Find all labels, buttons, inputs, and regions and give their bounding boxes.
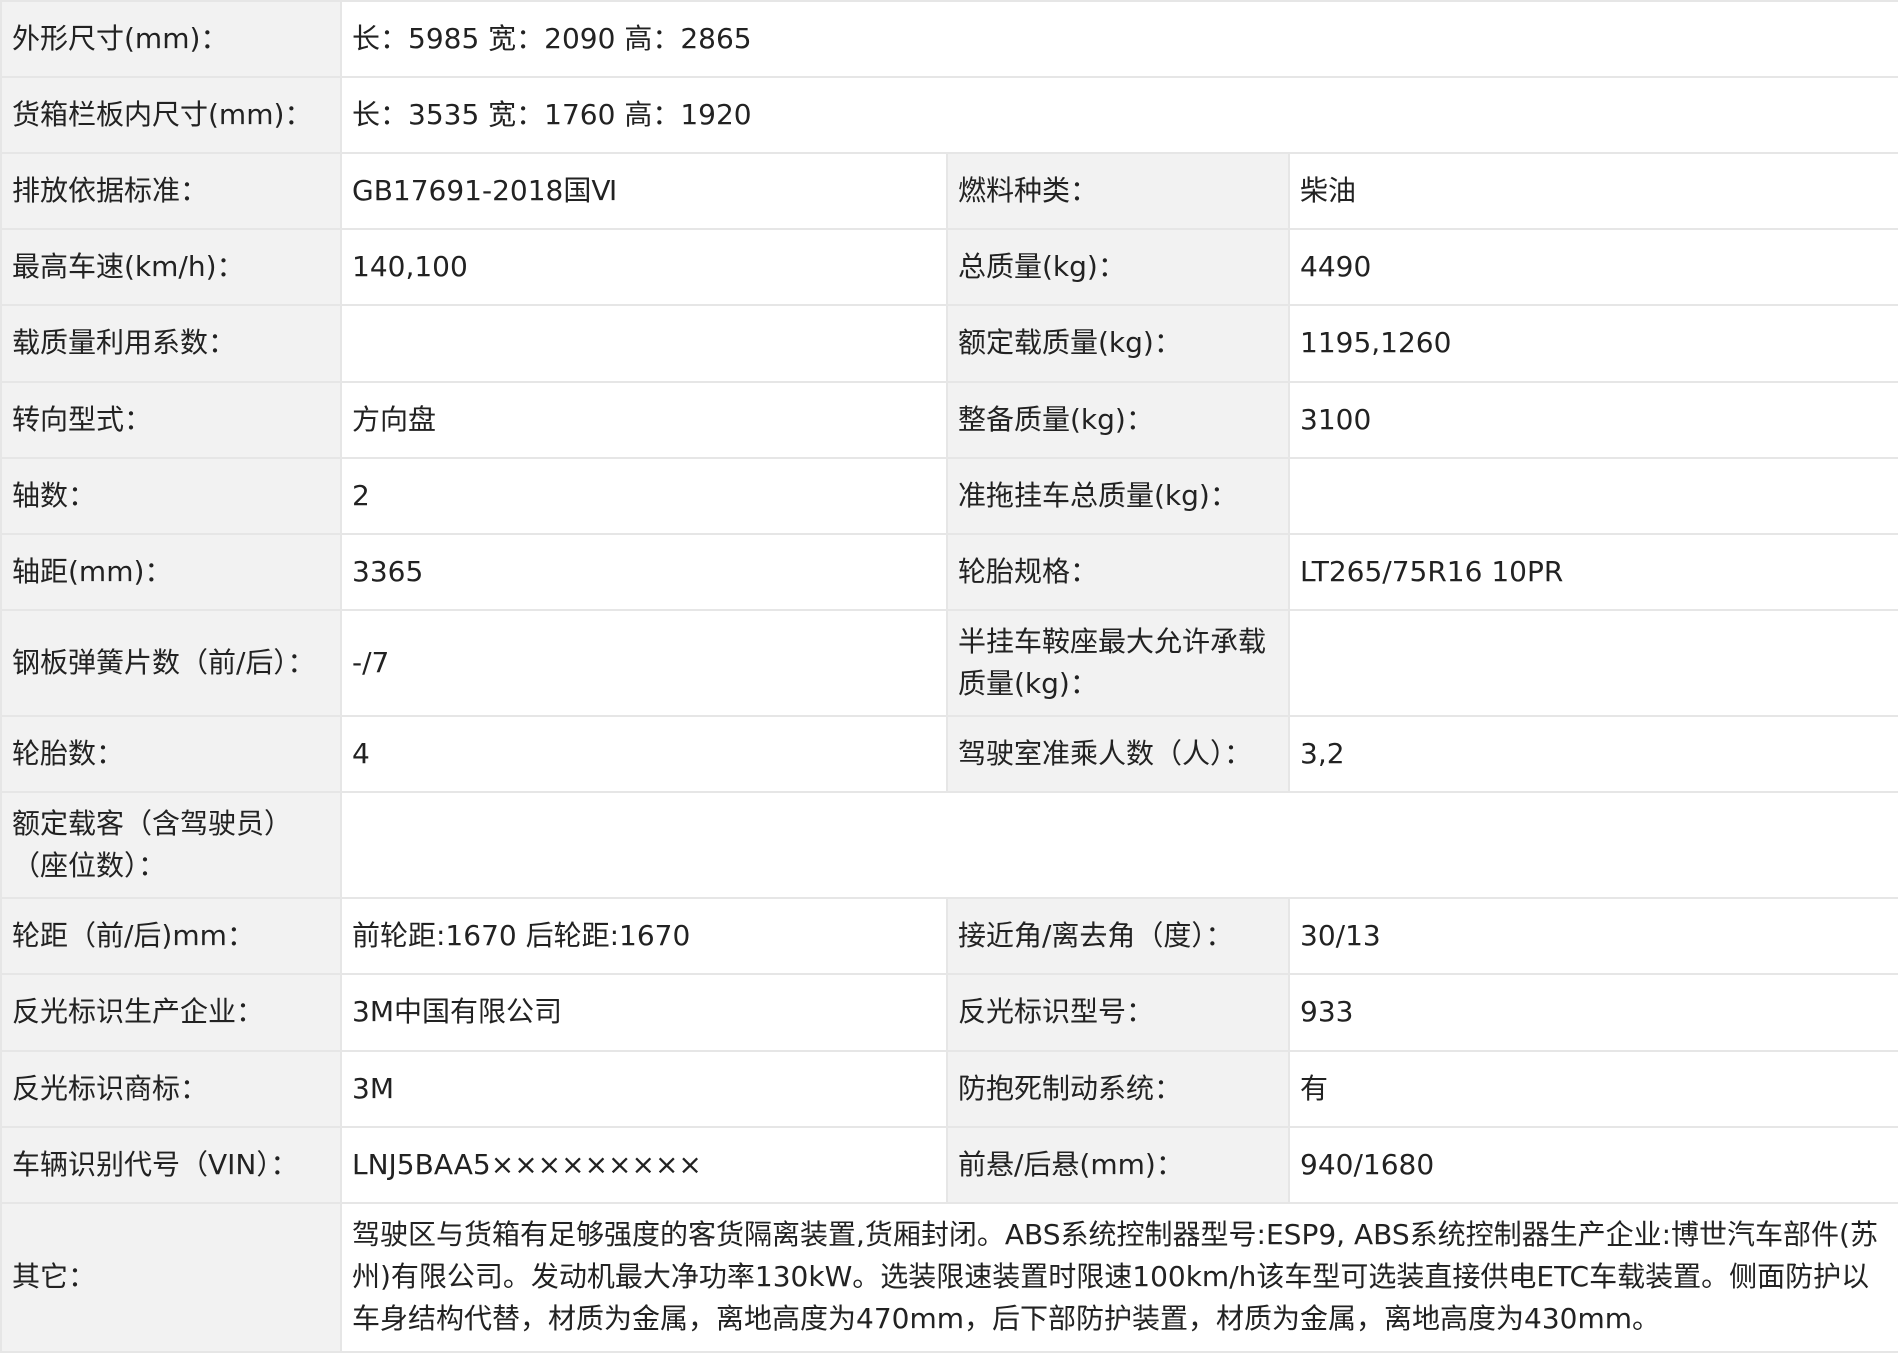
field-label: 半挂车鞍座最大允许承载质量(kg)： xyxy=(946,608,1290,718)
table-row: 外形尺寸(mm)： 长：5985 宽：2090 高：2865 xyxy=(0,0,1898,79)
field-label: 额定载客（含驾驶员）（座位数）： xyxy=(0,791,342,900)
field-label: 轮胎数： xyxy=(0,715,342,794)
field-value: 前轮距:1670 后轮距:1670 xyxy=(340,897,948,976)
table-row: 排放依据标准： GB17691-2018国Ⅵ 燃料种类： 柴油 xyxy=(0,152,1898,231)
field-value: 3100 xyxy=(1287,380,1898,459)
vehicle-spec-table: 外形尺寸(mm)： 长：5985 宽：2090 高：2865 货箱栏板内尺寸(m… xyxy=(0,0,1898,1353)
field-label: 燃料种类： xyxy=(946,152,1290,231)
field-value xyxy=(1287,608,1898,718)
field-value: 方向盘 xyxy=(340,380,948,459)
field-value: -/7 xyxy=(340,608,948,718)
field-value: 940/1680 xyxy=(1287,1125,1898,1204)
table-row: 载质量利用系数： 额定载质量(kg)： 1195,1260 xyxy=(0,304,1898,383)
table-row: 货箱栏板内尺寸(mm)： 长：3535 宽：1760 高：1920 xyxy=(0,76,1898,155)
table-row: 最高车速(km/h)： 140,100 总质量(kg)： 4490 xyxy=(0,228,1898,307)
field-value: LT265/75R16 10PR xyxy=(1287,532,1898,611)
field-label: 准拖挂车总质量(kg)： xyxy=(946,456,1290,535)
field-label: 载质量利用系数： xyxy=(0,304,342,383)
field-label: 整备质量(kg)： xyxy=(946,380,1290,459)
field-label: 外形尺寸(mm)： xyxy=(0,0,342,79)
table-row: 反光标识生产企业： 3M中国有限公司 反光标识型号： 933 xyxy=(0,973,1898,1052)
remarks-value: 驾驶区与货箱有足够强度的客货隔离装置,货厢封闭。ABS系统控制器型号:ESP9,… xyxy=(339,1201,1898,1353)
field-label: 额定载质量(kg)： xyxy=(946,304,1290,383)
field-label: 反光标识型号： xyxy=(946,973,1290,1052)
field-label: 排放依据标准： xyxy=(0,152,342,231)
table-row: 转向型式： 方向盘 整备质量(kg)： 3100 xyxy=(0,380,1898,459)
field-label: 转向型式： xyxy=(0,380,342,459)
field-value: 4490 xyxy=(1287,228,1898,307)
field-label: 驾驶室准乘人数（人）： xyxy=(946,715,1290,794)
field-value: 1195,1260 xyxy=(1287,304,1898,383)
field-value: GB17691-2018国Ⅵ xyxy=(340,152,948,231)
field-value: 2 xyxy=(340,456,948,535)
field-label: 钢板弹簧片数（前/后）： xyxy=(0,608,342,718)
field-value: 长：5985 宽：2090 高：2865 xyxy=(339,0,1898,79)
field-label: 轮胎规格： xyxy=(946,532,1290,611)
table-row: 额定载客（含驾驶员）（座位数）： xyxy=(0,791,1898,900)
table-row: 轮距（前/后)mm： 前轮距:1670 后轮距:1670 接近角/离去角（度）：… xyxy=(0,897,1898,976)
field-value: 长：3535 宽：1760 高：1920 xyxy=(339,76,1898,155)
field-value: 3M中国有限公司 xyxy=(340,973,948,1052)
field-label: 轴距(mm)： xyxy=(0,532,342,611)
field-value: 140,100 xyxy=(340,228,948,307)
table-row: 轴数： 2 准拖挂车总质量(kg)： xyxy=(0,456,1898,535)
table-row: 轴距(mm)： 3365 轮胎规格： LT265/75R16 10PR xyxy=(0,532,1898,611)
field-label: 轮距（前/后)mm： xyxy=(0,897,342,976)
field-value xyxy=(340,304,948,383)
field-value: 933 xyxy=(1287,973,1898,1052)
field-label: 其它： xyxy=(0,1201,342,1353)
field-value xyxy=(339,791,1898,900)
table-row: 钢板弹簧片数（前/后）： -/7 半挂车鞍座最大允许承载质量(kg)： xyxy=(0,608,1898,718)
field-label: 反光标识生产企业： xyxy=(0,973,342,1052)
field-label: 总质量(kg)： xyxy=(946,228,1290,307)
field-label: 车辆识别代号（VIN）： xyxy=(0,1125,342,1204)
field-value xyxy=(1287,456,1898,535)
field-value: 3,2 xyxy=(1287,715,1898,794)
table-row: 车辆识别代号（VIN）： LNJ5BAA5××××××××× 前悬/后悬(mm)… xyxy=(0,1125,1898,1204)
field-label: 轴数： xyxy=(0,456,342,535)
field-value: 3365 xyxy=(340,532,948,611)
field-label: 反光标识商标： xyxy=(0,1049,342,1128)
field-label: 前悬/后悬(mm)： xyxy=(946,1125,1290,1204)
table-row: 轮胎数： 4 驾驶室准乘人数（人）： 3,2 xyxy=(0,715,1898,794)
field-label: 接近角/离去角（度）： xyxy=(946,897,1290,976)
table-row: 其它： 驾驶区与货箱有足够强度的客货隔离装置,货厢封闭。ABS系统控制器型号:E… xyxy=(0,1201,1898,1353)
field-value: 有 xyxy=(1287,1049,1898,1128)
field-value: 3M xyxy=(340,1049,948,1128)
field-value: 30/13 xyxy=(1287,897,1898,976)
field-label: 最高车速(km/h)： xyxy=(0,228,342,307)
field-value: 柴油 xyxy=(1287,152,1898,231)
field-label: 货箱栏板内尺寸(mm)： xyxy=(0,76,342,155)
field-value: 4 xyxy=(340,715,948,794)
field-label: 防抱死制动系统： xyxy=(946,1049,1290,1128)
field-value: LNJ5BAA5××××××××× xyxy=(340,1125,948,1204)
table-row: 反光标识商标： 3M 防抱死制动系统： 有 xyxy=(0,1049,1898,1128)
